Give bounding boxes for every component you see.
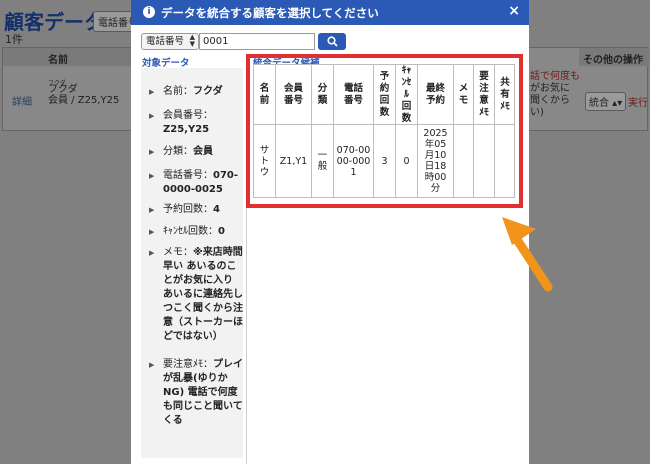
search-input[interactable]: 0001 (199, 33, 315, 50)
search-field-select[interactable]: 電話番号 ▲ ▼ (141, 33, 199, 50)
modal-header: i データを統合する顧客を選択してください × (131, 0, 529, 25)
detail-link[interactable]: 詳細 (12, 93, 32, 108)
customer-sub: 会員 / Z25,Y25 (48, 95, 120, 106)
info-icon: i (143, 6, 155, 18)
customer-name: フクダ (48, 84, 78, 95)
customer-name-cell: フクダ 会員 / Z25,Y25 (48, 84, 119, 106)
column-other: その他の操作 (579, 48, 649, 66)
result-count: 1件 (5, 33, 23, 46)
column-name: 名前 (43, 48, 133, 66)
modal-title: データを統合する顧客を選択してください (161, 6, 379, 20)
target-data-panel: ▶ 名前：フクダ ▶ 会員番号：Z25,Y25 ▶ 分類：会員 ▶ 電話番号：070-0… (141, 68, 243, 458)
target-data-label: 対象データ (142, 58, 190, 69)
merge-select[interactable]: 統合 ▴▾ (585, 92, 627, 111)
search-button[interactable] (318, 33, 346, 50)
highlight-box (246, 54, 523, 208)
pointer-arrow-icon (502, 217, 553, 292)
search-icon (327, 36, 338, 47)
execute-link[interactable]: 実行 (628, 94, 648, 109)
close-icon[interactable]: × (508, 3, 520, 19)
select-arrows-icon: ▲ ▼ (189, 33, 195, 48)
memo-snippet: 話で何度も がお気に 聞くから い) (530, 71, 580, 118)
